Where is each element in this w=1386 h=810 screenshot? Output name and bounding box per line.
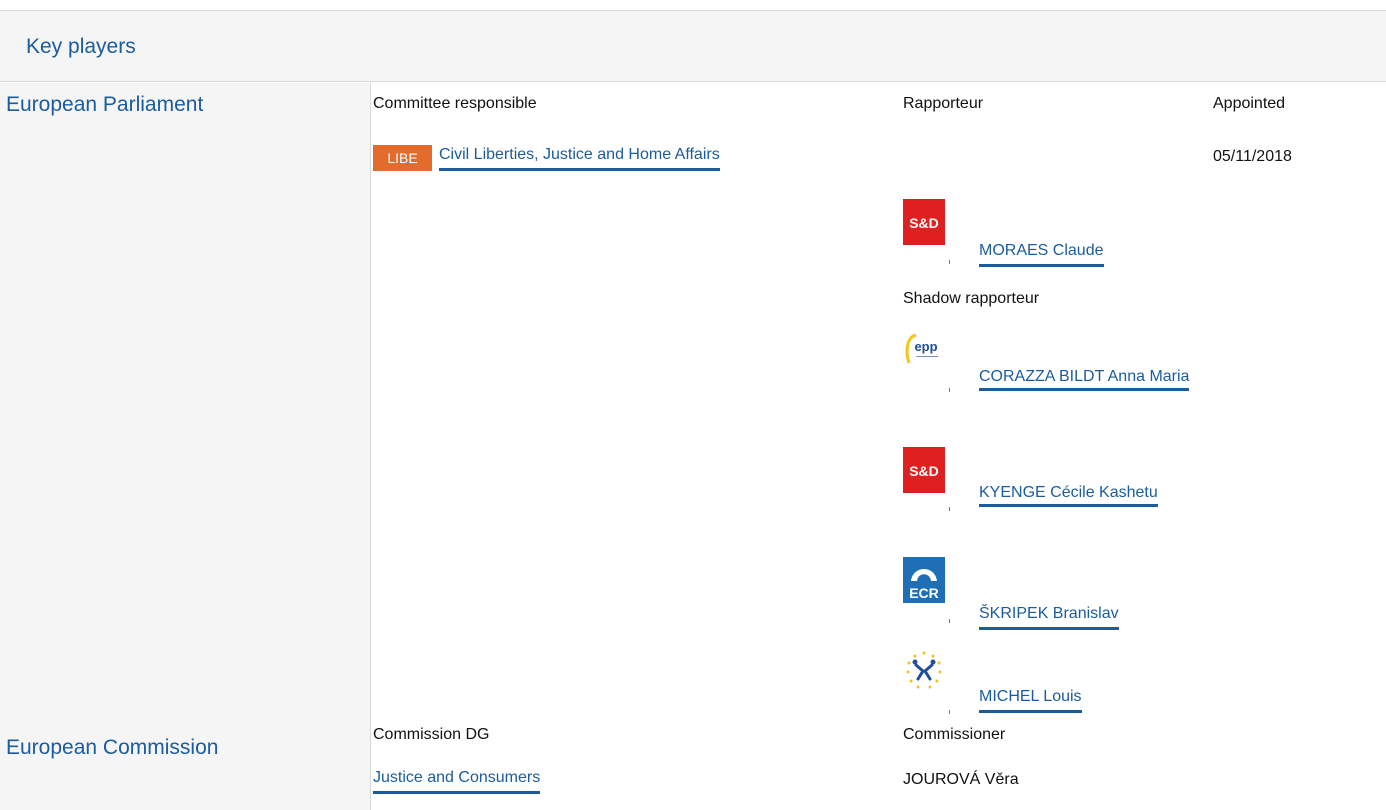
shadow-rapporteur-link[interactable]: ŠKRIPEK Branislav [979, 604, 1119, 630]
commissioner-name: JOUROVÁ Věra [903, 771, 1019, 788]
commission-dg-header: Commission DG [373, 726, 490, 743]
ecr-group-logo: ECR [903, 557, 945, 603]
panel-header: Key players [0, 11, 1386, 82]
panel-title: Key players [26, 35, 136, 58]
svg-text:epp: epp [914, 339, 937, 354]
parliament-title: European Parliament [6, 93, 204, 116]
shadow-rapporteur-name: KYENGE Cécile Kashetu [979, 484, 1158, 507]
institution-column: European Parliament European Commission [0, 83, 371, 810]
logo-marker [949, 710, 950, 714]
svg-text:S&D: S&D [909, 215, 939, 231]
rapporteur-header: Rapporteur [903, 95, 984, 112]
sd-group-logo: S&D [903, 199, 945, 245]
logo-marker [949, 619, 950, 623]
shadow-rapporteur-link[interactable]: CORAZZA BILDT Anna Maria [903, 367, 1233, 391]
logo-marker [949, 260, 950, 264]
svg-text:S&D: S&D [909, 463, 939, 479]
commission-dg-link[interactable]: Justice and Consumers [373, 768, 541, 794]
commission-title: European Commission [6, 736, 219, 759]
shadow-rapporteur-link[interactable]: KYENGE Cécile Kashetu [903, 483, 1183, 507]
committee-link[interactable]: Civil Liberties, Justice and Home Affair… [439, 145, 720, 171]
logo-marker [949, 507, 950, 511]
svg-text:ECR: ECR [909, 585, 939, 601]
group-logo [903, 649, 945, 695]
key-players-panel: Key players European Parliament European… [0, 10, 1386, 810]
commissioner-header: Commissioner [903, 726, 1006, 743]
rapporteur-link[interactable]: MORAES Claude [979, 241, 1104, 267]
shadow-rapporteur-name: CORAZZA BILDT Anna Maria [979, 368, 1190, 391]
committee-responsible-header: Committee responsible [373, 95, 537, 112]
shadow-rapporteur-link[interactable]: MICHEL Louis [979, 687, 1082, 713]
appointed-header: Appointed [1213, 95, 1286, 112]
shadow-rapporteur-label: Shadow rapporteur [903, 290, 1040, 307]
appointed-date: 05/11/2018 [1213, 148, 1292, 165]
committee-badge: LIBE [373, 145, 432, 171]
